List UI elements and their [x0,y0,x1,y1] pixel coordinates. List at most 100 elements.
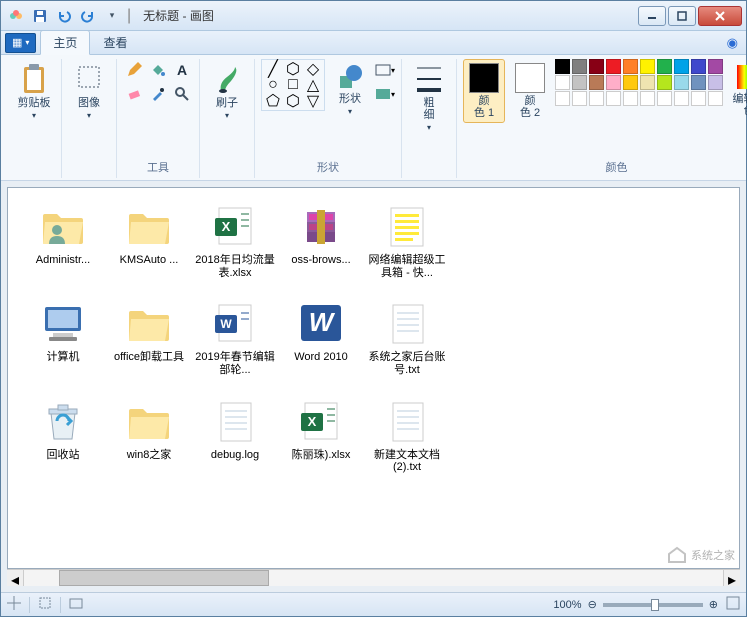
word-app-icon: W [297,299,345,347]
minimize-button[interactable] [638,6,666,26]
group-stroke: 粗 细 ▾ [402,59,457,178]
palette-color[interactable] [708,91,723,106]
file-item[interactable]: WWord 2010 [280,299,362,376]
undo-icon[interactable] [53,5,75,27]
file-item[interactable]: X2018年日均流量表.xlsx [194,202,276,279]
maximize-button[interactable] [668,6,696,26]
palette-color[interactable] [691,91,706,106]
palette-color[interactable] [623,59,638,74]
palette-color[interactable] [606,75,621,90]
file-label: 网络编辑超级工具箱 - 快... [367,254,447,279]
file-item[interactable]: 回收站 [22,397,104,474]
app-icon[interactable] [5,5,27,27]
palette-color[interactable] [674,59,689,74]
zoom-slider[interactable] [603,603,703,607]
file-item[interactable]: 计算机 [22,299,104,376]
magnifier-icon[interactable] [171,83,193,105]
tab-view[interactable]: 查看 [90,30,140,55]
file-label: 2018年日均流量表.xlsx [195,254,275,279]
palette-color[interactable] [640,75,655,90]
stroke-width-button[interactable]: 粗 细 ▾ [408,59,450,136]
file-item[interactable]: office卸载工具 [108,299,190,376]
palette-color[interactable] [555,75,570,90]
brushes-button[interactable]: 刷子 ▾ [206,59,248,124]
file-item[interactable]: 新建文本文档(2).txt [366,397,448,474]
file-item[interactable]: 网络编辑超级工具箱 - 快... [366,202,448,279]
edit-colors-button[interactable]: 编辑颜色 [728,59,747,121]
file-item[interactable]: oss-brows... [280,202,362,279]
qat-dropdown-icon[interactable]: ▾ [101,5,123,27]
palette-color[interactable] [555,59,570,74]
palette-color[interactable] [555,91,570,106]
folder-icon [125,299,173,347]
text-icon[interactable]: A [171,59,193,81]
palette-color[interactable] [657,91,672,106]
file-label: debug.log [211,449,259,462]
file-item[interactable]: Administr... [22,202,104,279]
palette-color[interactable] [640,91,655,106]
redo-icon[interactable] [77,5,99,27]
file-item[interactable]: KMSAuto ... [108,202,190,279]
fill-icon[interactable] [147,59,169,81]
color1-button[interactable]: 颜 色 1 [463,59,505,123]
palette-color[interactable] [589,59,604,74]
file-item[interactable]: X陈丽珠).xlsx [280,397,362,474]
text-icon [211,397,259,445]
palette-color[interactable] [640,59,655,74]
shapes-dropdown[interactable]: 形状 ▾ [329,59,371,120]
file-item[interactable]: W2019年春节编辑部轮... [194,299,276,376]
palette-color[interactable] [708,59,723,74]
palette-color[interactable] [589,91,604,106]
horizontal-scrollbar[interactable]: ◂ ▸ [7,569,740,586]
palette-color[interactable] [691,59,706,74]
help-icon[interactable]: ◉ [727,35,738,51]
palette-color[interactable] [691,75,706,90]
palette-color[interactable] [657,75,672,90]
fullscreen-icon[interactable] [726,596,740,613]
file-label: win8之家 [127,449,172,462]
file-item[interactable]: win8之家 [108,397,190,474]
palette-color[interactable] [657,59,672,74]
svg-text:W: W [309,307,336,337]
file-label: 计算机 [47,351,80,364]
zoom-in-button[interactable]: ⊕ [709,598,718,611]
paste-button[interactable]: 剪贴板 ▾ [13,59,55,124]
shape-outline-icon[interactable]: ▾ [375,59,395,81]
zoom-out-button[interactable]: ⊖ [588,598,597,611]
folder-icon [125,397,173,445]
palette-color[interactable] [589,75,604,90]
select-button[interactable]: 图像 ▾ [68,59,110,124]
color2-button[interactable]: 颜 色 2 [509,59,551,123]
pencil-icon[interactable] [123,59,145,81]
file-item[interactable]: 系统之家后台账号.txt [366,299,448,376]
color-palette[interactable] [555,59,724,106]
palette-color[interactable] [674,75,689,90]
file-label: oss-brows... [291,254,350,267]
save-icon[interactable] [29,5,51,27]
palette-color[interactable] [674,91,689,106]
ribbon: 剪贴板 ▾ 图像 ▾ A [1,55,746,181]
group-label-tools: 工具 [147,156,169,178]
shapes-gallery[interactable]: ╱⬡◇ ○□△ ⬠⬡▽ [264,62,322,108]
close-button[interactable] [698,6,742,26]
palette-color[interactable] [572,59,587,74]
file-label: 2019年春节编辑部轮... [195,351,275,376]
eraser-icon[interactable] [123,83,145,105]
text-highlight-icon [383,202,431,250]
palette-color[interactable] [623,75,638,90]
group-colors: 颜 色 1 颜 色 2 编辑颜色 颜色 [457,59,747,178]
palette-color[interactable] [572,91,587,106]
canvas[interactable]: Administr...KMSAuto ...X2018年日均流量表.xlsxo… [7,187,740,569]
palette-color[interactable] [606,91,621,106]
palette-color[interactable] [708,75,723,90]
file-menu-button[interactable]: ▦▾ [5,33,36,53]
palette-color[interactable] [572,75,587,90]
file-item[interactable]: debug.log [194,397,276,474]
palette-color[interactable] [606,59,621,74]
palette-color[interactable] [623,91,638,106]
shape-fill-icon[interactable]: ▾ [375,83,395,105]
eyedropper-icon[interactable] [147,83,169,105]
tab-home[interactable]: 主页 [40,30,90,55]
file-label: KMSAuto ... [120,254,179,267]
status-bar: 100% ⊖ ⊕ [1,592,746,616]
